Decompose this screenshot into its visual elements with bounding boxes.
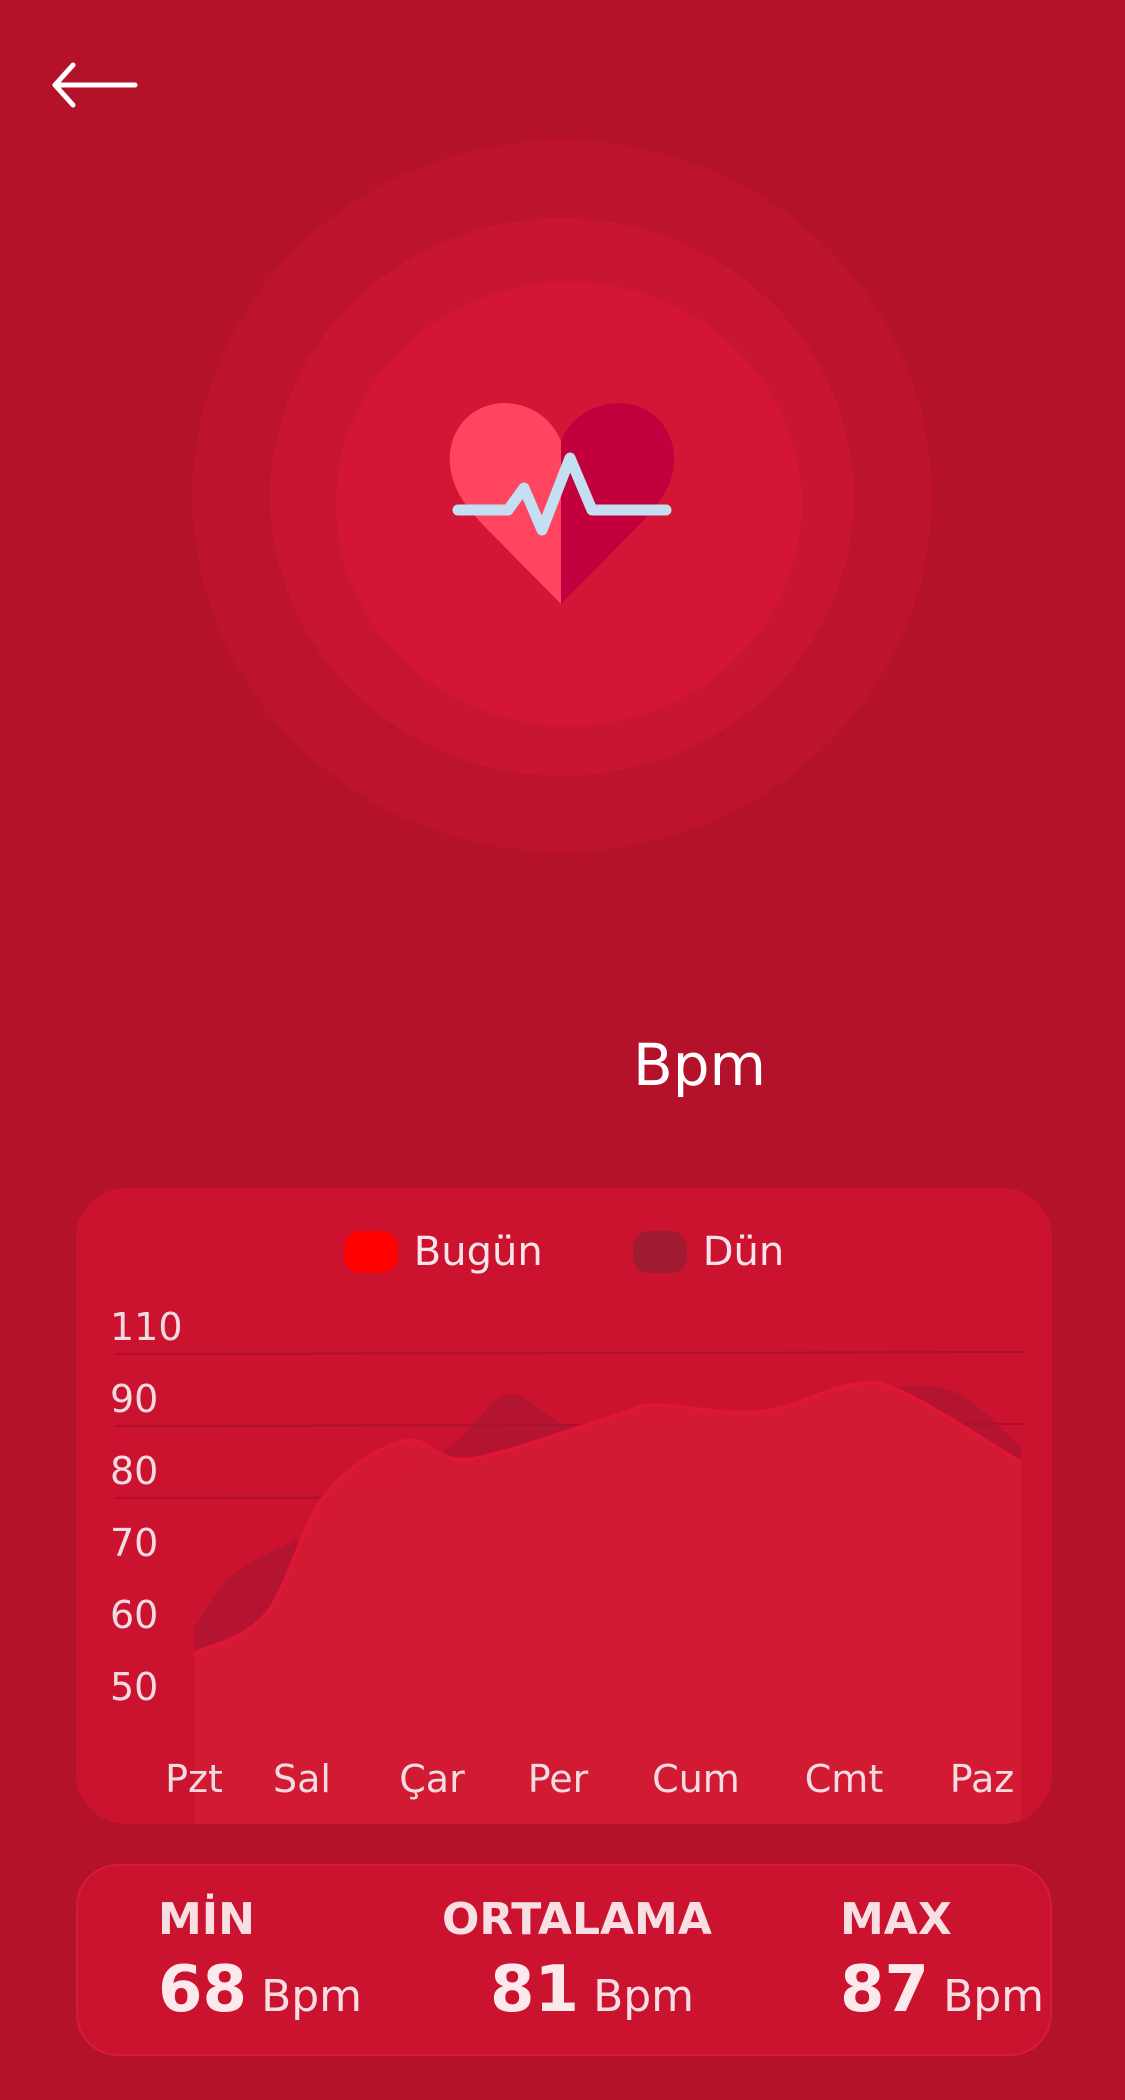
stat-min: MİN 68 Bpm [158,1894,362,2027]
x-tick-label: Paz [950,1757,1014,1801]
back-button[interactable] [44,52,144,118]
bpm-readout: Bpm [0,1020,1125,1110]
arrow-left-icon [52,62,138,108]
stat-max: MAX 87 Bpm [840,1894,1044,2027]
heart-pulse-icon [449,403,675,604]
stat-average-unit: Bpm [593,1971,695,2022]
bpm-unit: Bpm [632,1031,767,1099]
x-tick-label: Çar [399,1757,465,1801]
y-tick-label: 90 [110,1377,158,1421]
legend-item-today[interactable]: Bugün [343,1229,543,1275]
stat-average-value: 81 [490,1953,580,2027]
stat-min-label: MİN [158,1894,255,1945]
y-tick-label: 110 [110,1305,183,1349]
stat-max-label: MAX [840,1894,952,1945]
stat-average: ORTALAMA 81 Bpm [442,1894,712,2027]
x-tick-label: Pzt [165,1757,223,1801]
chart-legend: Bugün Dün [76,1226,1052,1278]
stat-min-value: 68 [158,1953,248,2027]
stats-card: MİN 68 Bpm ORTALAMA 81 Bpm MAX 87 Bpm [76,1864,1052,2056]
y-tick-label: 80 [110,1449,158,1493]
legend-label-yesterday: Dün [702,1229,785,1275]
stat-min-unit: Bpm [261,1971,363,2022]
x-tick-label: Cmt [805,1757,883,1801]
legend-swatch-today [343,1231,398,1273]
x-tick-label: Per [528,1757,589,1801]
stat-max-value: 87 [840,1953,930,2027]
heart-rate-chart: 110 90 80 70 60 50 Pzt Sal Çar Per Cum Cmt Paz [110,1305,1025,1824]
y-tick-label: 60 [110,1593,158,1637]
x-tick-label: Cum [652,1757,740,1801]
legend-item-yesterday[interactable]: Dün [632,1229,785,1275]
legend-label-today: Bugün [413,1229,543,1275]
legend-swatch-yesterday [632,1231,687,1273]
y-tick-label: 50 [110,1665,158,1709]
stat-average-label: ORTALAMA [442,1894,712,1945]
stat-max-unit: Bpm [943,1971,1045,2022]
heart-rate-chart-card: 110 90 80 70 60 50 Pzt Sal Çar Per Cum Cmt Paz Bugün… [76,1188,1052,1824]
gridline [115,1351,1025,1355]
y-tick-label: 70 [110,1521,158,1565]
x-tick-label: Sal [273,1757,331,1801]
heart-rate-screen: Bpm 110 90 80 70 60 50 Pzt Sal Çar Per Cum Cmt Paz B… [0,0,1125,2100]
